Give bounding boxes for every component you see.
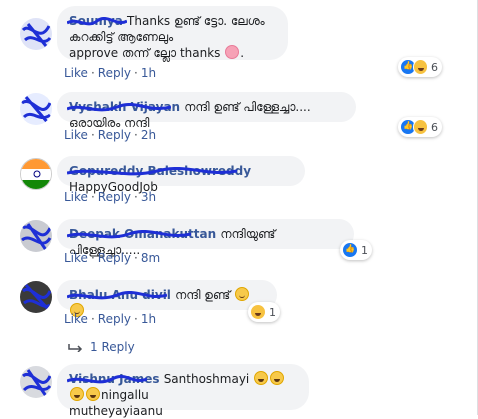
reaction-count: 1 bbox=[361, 243, 368, 257]
commenter-name[interactable]: Soumya bbox=[67, 14, 127, 28]
like-reaction-icon bbox=[342, 242, 358, 258]
reply-arrow-icon bbox=[68, 344, 83, 352]
comment-actions: Like · Reply · 1h bbox=[64, 312, 157, 326]
avatar[interactable] bbox=[20, 158, 52, 190]
smiling-emoji-icon bbox=[235, 287, 250, 301]
grinning-emoji-icon bbox=[86, 387, 100, 401]
avatar[interactable] bbox=[20, 18, 52, 50]
like-link[interactable]: Like bbox=[64, 128, 88, 142]
commenter-name[interactable]: Bhalu Anu divil bbox=[67, 288, 175, 302]
commenter-name[interactable]: Vishnu James bbox=[67, 372, 164, 386]
timestamp[interactable]: 2h bbox=[141, 128, 156, 142]
haha-reaction-icon bbox=[250, 304, 266, 320]
comment-text: നന്ദി ഉണ്ട് bbox=[175, 288, 231, 302]
grinning-emoji-icon bbox=[70, 387, 84, 401]
reply-link[interactable]: Reply bbox=[98, 66, 131, 80]
reactions-summary[interactable]: 1 bbox=[340, 240, 372, 260]
avatar[interactable] bbox=[20, 281, 52, 313]
comment-text-line2: approve തന്ന് ല്ലോ thanks bbox=[69, 46, 221, 60]
timestamp[interactable]: 1h bbox=[141, 66, 156, 80]
comment-bubble: Soumya Thanks ഉണ്ട് ട്ടോ. ലേശം കറക്കിട്ട… bbox=[57, 6, 288, 60]
reactions-summary[interactable]: 6 bbox=[398, 117, 442, 137]
reactions-summary[interactable]: 1 bbox=[248, 302, 280, 322]
reaction-count: 6 bbox=[431, 60, 438, 74]
reaction-count: 1 bbox=[269, 305, 276, 319]
like-link[interactable]: Like bbox=[64, 66, 88, 80]
commenter-name[interactable]: Deepak Omanakuttan bbox=[67, 227, 220, 241]
commenter-name[interactable]: Vyshakh Vijayan bbox=[67, 100, 184, 114]
avatar[interactable] bbox=[20, 220, 52, 252]
timestamp[interactable]: 8m bbox=[141, 251, 160, 265]
reply-link[interactable]: Reply bbox=[98, 128, 131, 142]
like-link[interactable]: Like bbox=[64, 312, 88, 326]
wink-emoji-icon bbox=[225, 45, 240, 59]
comment-bubble: Gopureddy Baleshowreddy HappyGoodJob bbox=[57, 156, 305, 194]
comment-bubble: Vishnu James Santhoshmayi ningallu muthe… bbox=[57, 364, 309, 418]
grinning-emoji-icon bbox=[254, 371, 269, 385]
view-replies-link[interactable]: 1 Reply bbox=[68, 340, 135, 354]
like-link[interactable]: Like bbox=[64, 251, 88, 265]
reaction-count: 6 bbox=[431, 120, 438, 134]
comment-actions: Like · Reply · 2h bbox=[64, 128, 157, 142]
comment-actions: Like · Reply · 8m bbox=[64, 251, 161, 265]
timestamp[interactable]: 1h bbox=[141, 312, 156, 326]
timestamp[interactable]: 3h bbox=[141, 190, 156, 204]
grinning-emoji-icon bbox=[270, 371, 285, 385]
comment-text-continued: ningallu bbox=[101, 388, 149, 402]
commenter-name[interactable]: Gopureddy Baleshowreddy bbox=[67, 164, 251, 178]
avatar[interactable] bbox=[20, 93, 52, 125]
avatar[interactable] bbox=[20, 366, 52, 398]
reply-link[interactable]: Reply bbox=[98, 251, 131, 265]
replies-count: 1 Reply bbox=[90, 340, 135, 354]
comment-bubble: Vyshakh Vijayan നന്ദി ഉണ്ട് പിള്ളേച്ചാ..… bbox=[57, 92, 356, 130]
comment-bubble: Deepak Omanakuttan നന്ദിയുണ്ട് പിള്ളേച്ച… bbox=[57, 219, 354, 257]
reply-link[interactable]: Reply bbox=[98, 190, 131, 204]
reactions-summary[interactable]: 6 bbox=[398, 57, 442, 77]
comment-text: Santhoshmayi bbox=[163, 372, 250, 386]
comment-actions: Like · Reply · 3h bbox=[64, 190, 157, 204]
like-link[interactable]: Like bbox=[64, 190, 88, 204]
comment-actions: Like · Reply · 1h bbox=[64, 66, 157, 80]
haha-reaction-icon bbox=[412, 119, 428, 135]
reply-link[interactable]: Reply bbox=[98, 312, 131, 326]
haha-reaction-icon bbox=[412, 59, 428, 75]
comment-text-line2: mutheyayiaanu bbox=[69, 404, 163, 418]
comment-bubble: Bhalu Anu divil നന്ദി ഉണ്ട് bbox=[57, 280, 277, 317]
